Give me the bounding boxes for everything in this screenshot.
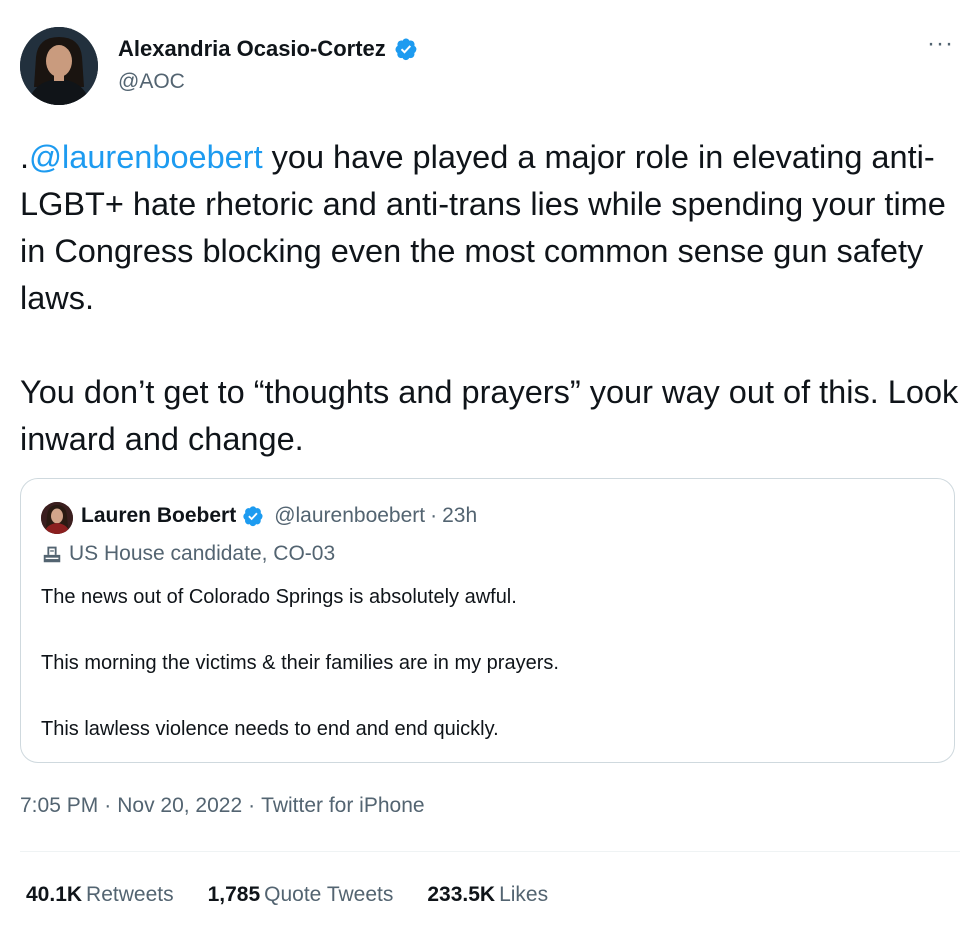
likes-count: 233.5K bbox=[427, 883, 496, 906]
quoted-paragraph: The news out of Colorado Springs is abso… bbox=[41, 586, 517, 608]
author-display-name[interactable]: Alexandria Ocasio-Cortez bbox=[118, 36, 386, 62]
quoted-tweet[interactable]: Lauren Boebert @laurenboebert · 23h US H… bbox=[20, 478, 955, 763]
author-avatar[interactable] bbox=[20, 27, 98, 105]
tweet-prefix: . bbox=[20, 139, 30, 175]
tweet-paragraph-1: .@laurenboebert you have played a major … bbox=[20, 134, 965, 322]
mention-link[interactable]: @laurenboebert bbox=[29, 139, 263, 175]
engagement-stats: 40.1K Retweets 1,785 Quote Tweets 233.5K Li… bbox=[26, 883, 548, 907]
quoted-separator: · bbox=[430, 504, 438, 527]
more-options-icon[interactable]: ··· bbox=[927, 32, 954, 56]
quoted-account-label-text: US House candidate, CO-03 bbox=[69, 542, 336, 565]
tweet-paragraph-2: You don’t get to “thoughts and prayers” … bbox=[20, 374, 959, 457]
divider bbox=[20, 851, 960, 852]
tweet-time[interactable]: 7:05 PM bbox=[20, 794, 98, 818]
quoted-author-avatar[interactable] bbox=[41, 502, 73, 534]
quoted-display-name[interactable]: Lauren Boebert bbox=[81, 504, 236, 528]
likes-stat[interactable]: 233.5K Likes bbox=[427, 883, 548, 907]
tweet-source[interactable]: Twitter for iPhone bbox=[261, 794, 424, 818]
retweets-label: Retweets bbox=[86, 883, 174, 906]
quoted-text: The news out of Colorado Springs is abso… bbox=[41, 582, 931, 744]
quote-tweets-stat[interactable]: 1,785 Quote Tweets bbox=[208, 883, 394, 907]
ballot-box-icon bbox=[43, 546, 61, 563]
author-name-row: Alexandria Ocasio-Cortez bbox=[118, 36, 418, 62]
quote-tweets-count: 1,785 bbox=[207, 883, 261, 906]
retweets-count: 40.1K bbox=[26, 883, 83, 906]
quoted-verified-badge-icon bbox=[243, 506, 263, 527]
meta-separator: · bbox=[104, 794, 112, 817]
retweets-stat[interactable]: 40.1K Retweets bbox=[26, 883, 174, 907]
tweet-meta: 7:05 PM · Nov 20, 2022 · Twitter for iPh… bbox=[20, 794, 425, 818]
quoted-account-label: US House candidate, CO-03 bbox=[41, 542, 335, 566]
quoted-handle[interactable]: @laurenboebert bbox=[274, 504, 425, 528]
quoted-avatar-image bbox=[41, 502, 73, 534]
tweet-text: .@laurenboebert you have played a major … bbox=[20, 134, 965, 463]
meta-separator: · bbox=[248, 794, 256, 817]
likes-label: Likes bbox=[499, 883, 549, 906]
author-handle[interactable]: @AOC bbox=[118, 70, 185, 94]
tweet-card: Alexandria Ocasio-Cortez @AOC ··· .@laur… bbox=[0, 0, 980, 934]
quoted-paragraph: This morning the victims & their familie… bbox=[41, 652, 559, 674]
author-avatar-image bbox=[20, 27, 98, 105]
tweet-date[interactable]: Nov 20, 2022 bbox=[117, 794, 242, 818]
quoted-header: Lauren Boebert @laurenboebert · 23h bbox=[81, 504, 477, 528]
quoted-paragraph: This lawless violence needs to end and e… bbox=[41, 718, 499, 740]
quote-tweets-label: Quote Tweets bbox=[264, 883, 394, 906]
verified-badge-icon bbox=[395, 38, 417, 61]
quoted-timestamp[interactable]: 23h bbox=[442, 504, 477, 528]
